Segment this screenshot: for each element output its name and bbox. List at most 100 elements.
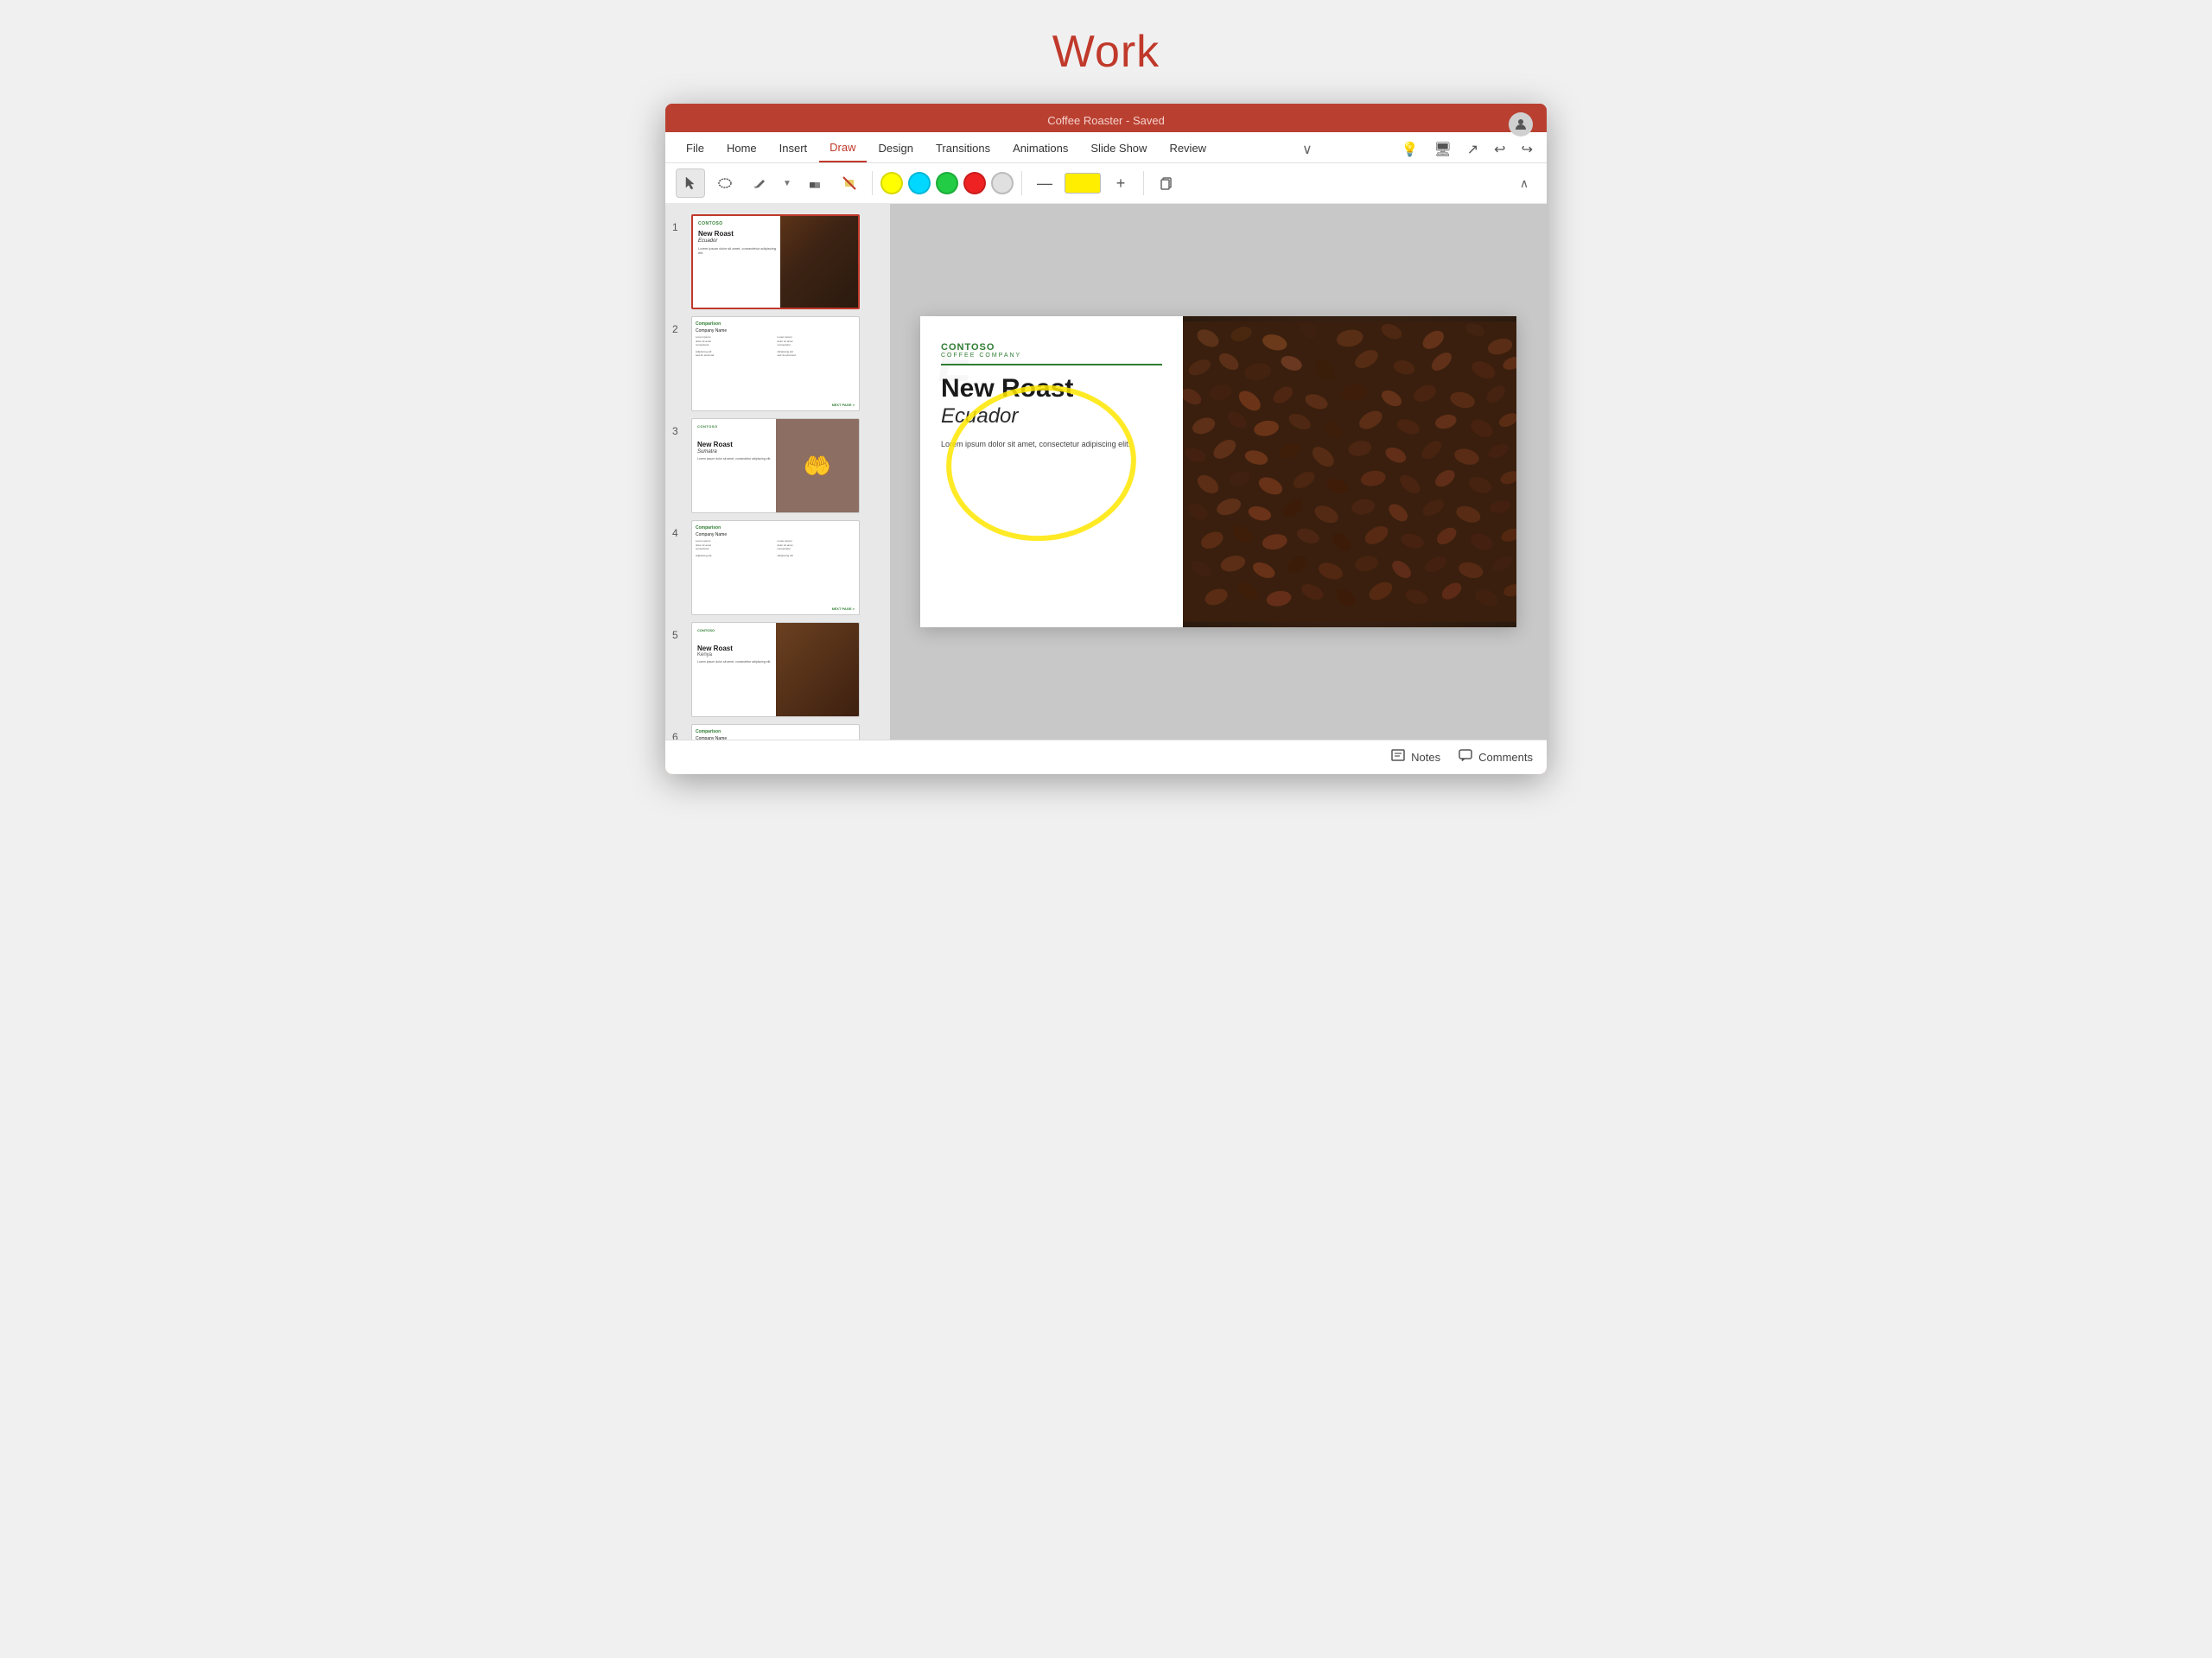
comments-label: Comments [1478, 751, 1533, 764]
slide-number-4: 4 [672, 520, 686, 539]
slide-thumbnail-3[interactable]: 3 CONTOSO New Roast Sumatra Lorem ipsum … [665, 415, 890, 517]
menu-file[interactable]: File [676, 137, 715, 162]
thumb4-footer: NEXT PAGE > [832, 607, 855, 611]
thumb3-hands-img: 🤲 [776, 419, 860, 512]
thumb5-title: New Roast [697, 645, 773, 652]
slide-thumb-img-5: CONTOSO New Roast Kenya Lorem ipsum dolo… [691, 622, 860, 717]
slide-thumb-img-6: Comparison Company Name Lorem ipsumdolor… [691, 724, 860, 740]
slide-thumbnail-1[interactable]: 1 CONTOSO New Roast Ecuador Lorem ipsum … [665, 211, 890, 313]
slide-thumb-img-1: CONTOSO New Roast Ecuador Lorem ipsum do… [691, 214, 860, 309]
share-icon[interactable]: ↗ [1464, 137, 1482, 162]
bottom-bar: Notes Comments [665, 740, 1547, 774]
slide-left-panel: CONTOSO COFFEE COMPANY New Roast Ecuador… [920, 316, 1183, 627]
lasso-tool[interactable] [710, 168, 740, 198]
thumb2-company: Company Name [696, 328, 855, 334]
menu-review[interactable]: Review [1159, 137, 1217, 162]
notes-label: Notes [1411, 751, 1440, 764]
highlighter-eraser-tool[interactable] [835, 168, 864, 198]
ribbon: File Home Insert Draw Design Transitions… [665, 132, 1547, 204]
thumb5-body: Lorem ipsum dolor sit amet, consectetur … [697, 660, 773, 664]
thumb3-brand: CONTOSO [697, 424, 773, 429]
cursor-tool[interactable] [676, 168, 705, 198]
comments-button[interactable]: Comments [1458, 747, 1533, 767]
add-tool[interactable]: + [1106, 168, 1135, 198]
color-red[interactable] [963, 172, 986, 194]
present-icon[interactable]: 🖥 [1430, 137, 1454, 162]
slide-number-6: 6 [672, 724, 686, 740]
ribbon-menu: File Home Insert Draw Design Transitions… [665, 132, 1547, 163]
slide-thumbnail-4[interactable]: 4 Comparison Company Name Lorem ipsumdol… [665, 517, 890, 619]
thumb1-coffee-img [780, 216, 858, 308]
slide-number-3: 3 [672, 418, 686, 437]
slide-number-2: 2 [672, 316, 686, 335]
color-green[interactable] [936, 172, 958, 194]
pen-tool[interactable] [745, 168, 774, 198]
pen-dropdown[interactable]: ▼ [779, 168, 795, 198]
thumb4-company: Company Name [696, 532, 855, 537]
slide-body: Lorem ipsum dolor sit amet, consectetur … [941, 439, 1162, 451]
thumb6-company: Company Name [696, 736, 855, 740]
ribbon-tools: ▼ [665, 163, 1547, 204]
brand-subtitle: COFFEE COMPANY [941, 353, 1162, 359]
app-window: Coffee Roaster - Saved File Home Insert … [665, 104, 1547, 774]
menu-animations[interactable]: Animations [1002, 137, 1078, 162]
menu-insert[interactable]: Insert [769, 137, 818, 162]
thumb2-footer: NEXT PAGE > [832, 403, 855, 407]
color-cyan[interactable] [908, 172, 931, 194]
divider-3 [1143, 171, 1144, 195]
page-title: Work [1052, 26, 1160, 78]
thumb2-label: Comparison [696, 321, 855, 327]
thumb5-subtitle: Kenya [697, 652, 773, 657]
brand-name: CONTOSO [941, 342, 1162, 353]
menu-draw[interactable]: Draw [819, 136, 866, 162]
menu-design[interactable]: Design [868, 137, 924, 162]
thumb1-subtitle: Ecuador [698, 238, 779, 244]
slide-subtitle: Ecuador [941, 404, 1162, 429]
color-swatch-yellow[interactable] [1065, 173, 1101, 194]
thumb5-coffee-img [776, 623, 860, 716]
slide-right-panel [1183, 316, 1516, 627]
line-tool[interactable]: — [1030, 168, 1059, 198]
main-slide: E CONTOSO COFFEE COMPANY New Roast Ecuad… [920, 316, 1516, 627]
slide-thumbnail-2[interactable]: 2 Comparison Company Name Lorem ipsumdol… [665, 313, 890, 415]
thumb6-label: Comparison [696, 729, 855, 734]
slide-number-1: 1 [672, 214, 686, 233]
slide-number-5: 5 [672, 622, 686, 641]
redo-icon[interactable]: ↪ [1518, 137, 1536, 162]
coffee-beans-image [1183, 316, 1516, 627]
menu-home[interactable]: Home [716, 137, 767, 162]
thumb1-title: New Roast [698, 230, 779, 238]
title-bar: Coffee Roaster - Saved [665, 104, 1547, 132]
slide-thumbnail-6[interactable]: 6 Comparison Company Name Lorem ipsumdol… [665, 721, 890, 740]
comments-icon [1458, 747, 1473, 767]
menu-more-icon[interactable]: ∨ [1295, 137, 1319, 162]
divider-2 [1021, 171, 1022, 195]
color-yellow[interactable] [880, 172, 903, 194]
notes-button[interactable]: Notes [1390, 747, 1440, 767]
lightbulb-icon[interactable]: 💡 [1398, 137, 1422, 162]
thumb5-brand: CONTOSO [697, 628, 773, 632]
menu-transitions[interactable]: Transitions [925, 137, 1001, 162]
notes-icon [1390, 747, 1406, 767]
slide-canvas: E CONTOSO COFFEE COMPANY New Roast Ecuad… [890, 204, 1547, 740]
user-avatar[interactable] [1509, 112, 1533, 137]
document-title: Coffee Roaster - Saved [1047, 114, 1165, 127]
eraser-tool[interactable] [800, 168, 830, 198]
main-area: 1 CONTOSO New Roast Ecuador Lorem ipsum … [665, 204, 1547, 740]
thumb3-body: Lorem ipsum dolor sit amet, consectetur … [697, 457, 773, 461]
undo-icon[interactable]: ↩ [1491, 137, 1509, 162]
thumb3-title: New Roast [697, 441, 773, 449]
slide-thumb-img-2: Comparison Company Name Lorem ipsumdolor… [691, 316, 860, 411]
slide-thumb-img-4: Comparison Company Name Lorem ipsumdolor… [691, 520, 860, 615]
menu-slideshow[interactable]: Slide Show [1080, 137, 1157, 162]
brand-divider [941, 364, 1162, 365]
thumb4-label: Comparison [696, 525, 855, 530]
slide-title: New Roast [941, 374, 1162, 403]
slide-thumbnail-5[interactable]: 5 CONTOSO New Roast Kenya Lorem ipsum do… [665, 619, 890, 721]
thumb1-body: Lorem ipsum dolor sit amet, consectetur … [698, 246, 779, 255]
slide-panel[interactable]: 1 CONTOSO New Roast Ecuador Lorem ipsum … [665, 204, 890, 740]
copy-tool[interactable] [1152, 168, 1181, 198]
thumb3-subtitle: Sumatra [697, 449, 773, 454]
color-none[interactable] [991, 172, 1014, 194]
collapse-ribbon-btn[interactable]: ∧ [1512, 171, 1536, 195]
